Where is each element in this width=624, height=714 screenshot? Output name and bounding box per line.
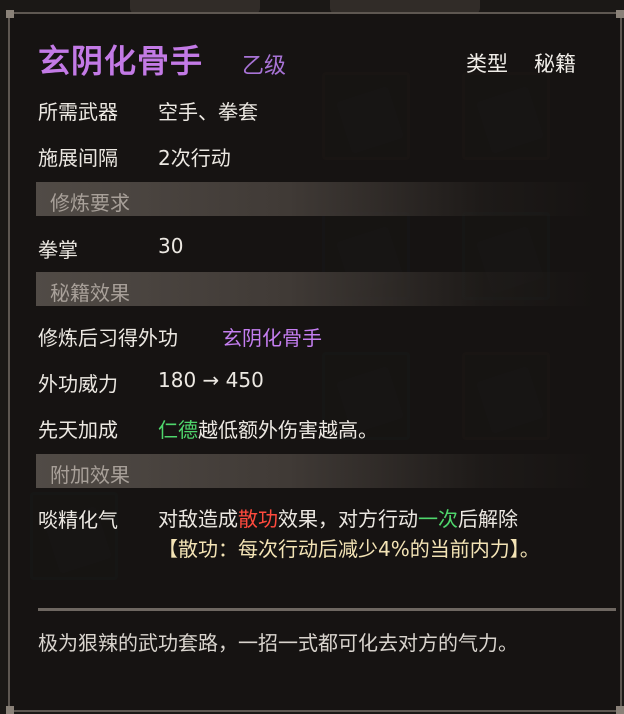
divider	[38, 608, 616, 611]
panel-corner	[6, 706, 14, 714]
skill-title: 玄阴化骨手	[38, 42, 204, 80]
extra-effect-name: 啖精化气	[38, 508, 118, 532]
panel-corner	[616, 706, 624, 714]
effect-text-3: 后解除	[458, 507, 518, 531]
skill-grade: 乙级	[242, 54, 287, 79]
panel-corner	[6, 10, 14, 18]
item-tooltip: 玄阴化骨手 乙级 类型 秘籍 所需武器 空手、拳套 施展间隔 2次行动 修炼要求…	[6, 10, 624, 714]
weapon-label: 所需武器	[38, 100, 118, 124]
section-header: 修炼要求	[50, 191, 130, 215]
type-value: 秘籍	[534, 52, 576, 76]
panel-corner	[616, 10, 624, 18]
effect-keyword: 散功	[238, 507, 278, 531]
section-header: 附加效果	[50, 463, 130, 487]
innate-text: 越低额外伤害越高。	[198, 418, 378, 442]
power-value: 180 → 450	[158, 368, 264, 392]
effect-text-1: 对敌造成	[158, 507, 238, 531]
learn-label: 修炼后习得外功	[38, 326, 178, 350]
effect-text-2: 效果，对方行动	[278, 507, 418, 531]
section-effects: 秘籍效果	[36, 272, 596, 306]
learn-value: 玄阴化骨手	[222, 326, 322, 350]
interval-value: 2次行动	[158, 146, 231, 170]
section-extra: 附加效果	[36, 454, 596, 488]
power-label: 外功威力	[38, 372, 118, 396]
innate-label: 先天加成	[38, 418, 118, 442]
weapon-value: 空手、拳套	[158, 100, 258, 124]
effect-detail: 【散功：每次行动后减少4%的当前内力】。	[158, 537, 540, 561]
innate-attribute: 仁德	[158, 418, 198, 442]
section-requirements: 修炼要求	[36, 182, 596, 216]
requirement-skill-value: 30	[158, 234, 184, 258]
requirement-skill-label: 拳掌	[38, 238, 78, 262]
innate-value: 仁德越低额外伤害越高。	[158, 414, 378, 443]
interval-label: 施展间隔	[38, 146, 118, 170]
extra-effect-text: 对敌造成散功效果，对方行动一次后解除 【散功：每次行动后减少4%的当前内力】。	[158, 504, 598, 564]
effect-keyword-2: 一次	[418, 507, 458, 531]
section-header: 秘籍效果	[50, 281, 130, 305]
item-description: 极为狠辣的武功套路，一招一式都可化去对方的气力。	[38, 631, 518, 655]
type-label: 类型	[466, 52, 508, 76]
